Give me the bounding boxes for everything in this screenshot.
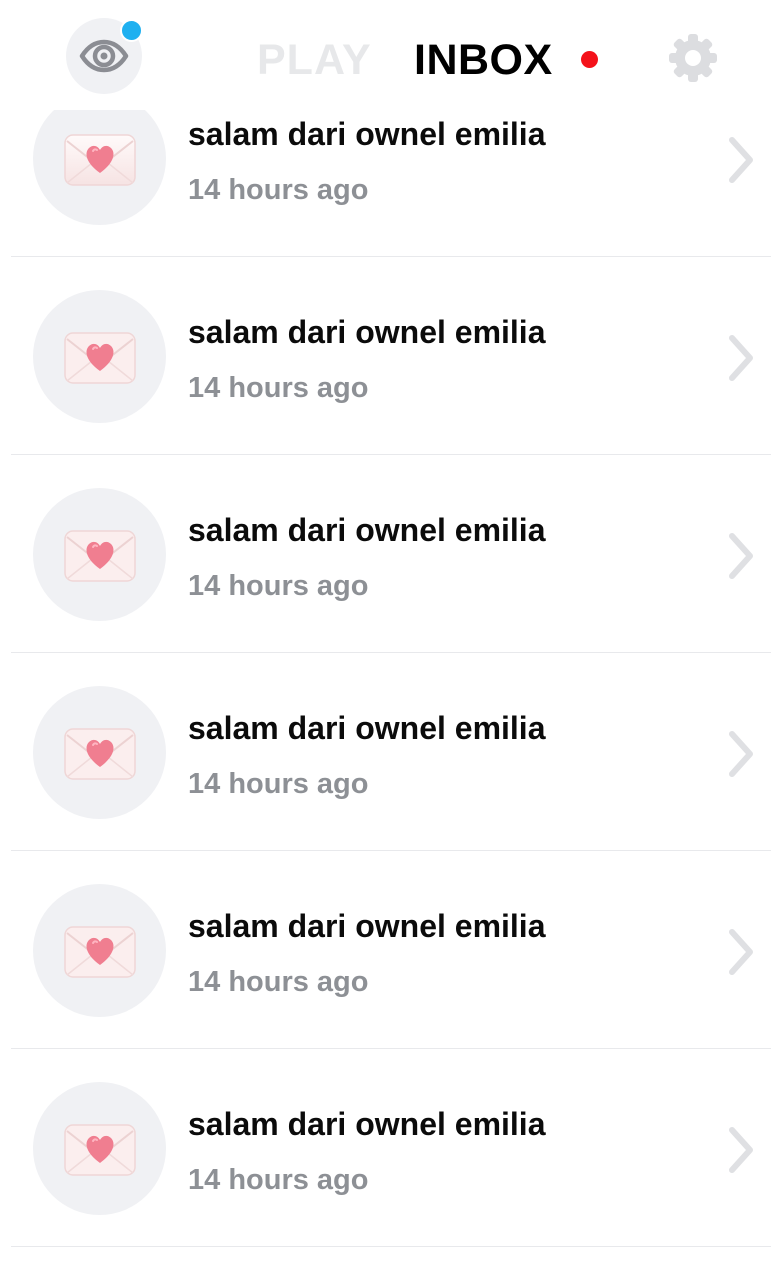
love-letter-icon	[33, 488, 166, 621]
message-timestamp: 14 hours ago	[188, 1164, 369, 1196]
love-letter-icon	[33, 884, 166, 1017]
top-nav-bar: PLAY INBOX	[0, 0, 783, 110]
inbox-item[interactable]: salam dari ownel emilia 14 hours ago	[0, 258, 783, 456]
message-timestamp: 14 hours ago	[188, 570, 369, 602]
inbox-item[interactable]: salam dari ownel emilia 14 hours ago	[0, 1050, 783, 1248]
love-letter-icon	[33, 92, 166, 225]
message-timestamp: 14 hours ago	[188, 768, 369, 800]
inbox-item[interactable]: salam dari ownel emilia 14 hours ago	[0, 852, 783, 1050]
chevron-right-icon	[729, 137, 753, 183]
message-timestamp: 14 hours ago	[188, 372, 369, 404]
message-timestamp: 14 hours ago	[188, 174, 369, 206]
message-title: salam dari ownel emilia	[188, 512, 546, 548]
chevron-right-icon	[729, 1127, 753, 1173]
inbox-item[interactable]: salam dari ownel emilia 14 hours ago	[0, 654, 783, 852]
eye-icon	[79, 39, 129, 73]
chevron-right-icon	[729, 731, 753, 777]
divider	[11, 652, 771, 653]
divider	[11, 256, 771, 257]
divider	[11, 454, 771, 455]
inbox-item[interactable]: salam dari ownel emilia 14 hours ago	[0, 456, 783, 654]
chevron-right-icon	[729, 335, 753, 381]
message-title: salam dari ownel emilia	[188, 908, 546, 944]
gear-icon[interactable]	[667, 32, 719, 84]
love-letter-icon	[33, 1082, 166, 1215]
chevron-right-icon	[729, 533, 753, 579]
tab-play[interactable]: PLAY	[257, 36, 372, 85]
tab-inbox[interactable]: INBOX	[414, 36, 553, 85]
love-letter-icon	[33, 290, 166, 423]
divider	[11, 1246, 771, 1247]
notification-dot	[120, 19, 143, 42]
message-timestamp: 14 hours ago	[188, 966, 369, 998]
message-title: salam dari ownel emilia	[188, 710, 546, 746]
chevron-right-icon	[729, 929, 753, 975]
divider	[11, 1048, 771, 1049]
love-letter-icon	[33, 686, 166, 819]
message-title: salam dari ownel emilia	[188, 1106, 546, 1142]
message-title: salam dari ownel emilia	[188, 116, 546, 152]
unread-dot	[581, 51, 598, 68]
divider	[11, 850, 771, 851]
message-title: salam dari ownel emilia	[188, 314, 546, 350]
